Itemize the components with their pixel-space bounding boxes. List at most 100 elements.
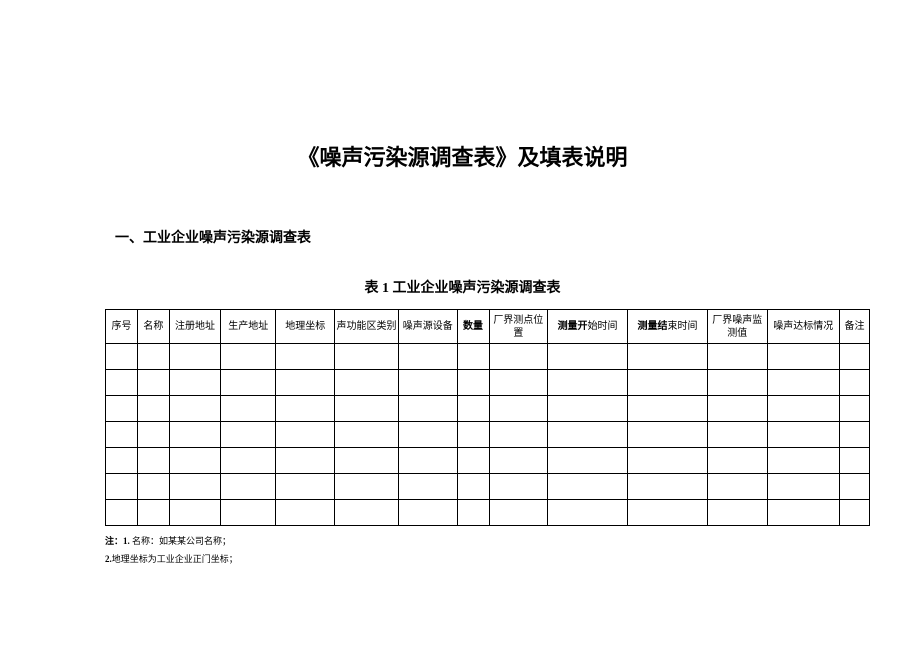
table-cell bbox=[548, 448, 628, 474]
table-cell bbox=[137, 448, 169, 474]
col-header: 噪声源设备 bbox=[398, 310, 457, 344]
table-cell bbox=[276, 422, 335, 448]
table-cell bbox=[335, 344, 399, 370]
table-cell bbox=[335, 500, 399, 526]
table-cell bbox=[489, 448, 548, 474]
table-row bbox=[106, 422, 870, 448]
col-header: 厂界测点位置 bbox=[489, 310, 548, 344]
table-cell bbox=[707, 422, 767, 448]
col-header: 声功能区类别 bbox=[335, 310, 399, 344]
table-cell bbox=[489, 344, 548, 370]
table-cell bbox=[767, 422, 839, 448]
table-cell bbox=[398, 500, 457, 526]
table-cell bbox=[398, 344, 457, 370]
table-cell bbox=[457, 448, 489, 474]
col-header: 备注 bbox=[840, 310, 870, 344]
table-row bbox=[106, 344, 870, 370]
table-cell bbox=[106, 474, 138, 500]
table-cell bbox=[707, 474, 767, 500]
table-cell bbox=[221, 474, 276, 500]
footnotes: 注：1. 名称：如某某公司名称； 2.地理坐标为工业企业正门坐标； bbox=[105, 532, 880, 568]
table-cell bbox=[767, 474, 839, 500]
table-cell bbox=[106, 370, 138, 396]
table-cell bbox=[221, 396, 276, 422]
table-cell bbox=[169, 474, 220, 500]
table-cell bbox=[840, 370, 870, 396]
table-cell bbox=[169, 422, 220, 448]
col-header: 序号 bbox=[106, 310, 138, 344]
table-cell bbox=[106, 422, 138, 448]
table-header-row: 序号名称注册地址生产地址地理坐标声功能区类别噪声源设备数量厂界测点位置测量开始时… bbox=[106, 310, 870, 344]
table-cell bbox=[840, 474, 870, 500]
table-cell bbox=[628, 474, 708, 500]
col-header: 测量开始时间 bbox=[548, 310, 628, 344]
col-header: 生产地址 bbox=[221, 310, 276, 344]
table-cell bbox=[840, 448, 870, 474]
table-cell bbox=[276, 448, 335, 474]
table-cell bbox=[398, 448, 457, 474]
table-cell bbox=[628, 370, 708, 396]
table-cell bbox=[106, 500, 138, 526]
table-cell bbox=[398, 474, 457, 500]
table-cell bbox=[548, 370, 628, 396]
table-cell bbox=[548, 396, 628, 422]
table-cell bbox=[137, 474, 169, 500]
col-header: 厂界噪声监测值 bbox=[707, 310, 767, 344]
table-cell bbox=[137, 422, 169, 448]
table-cell bbox=[457, 474, 489, 500]
table-cell bbox=[169, 500, 220, 526]
survey-table: 序号名称注册地址生产地址地理坐标声功能区类别噪声源设备数量厂界测点位置测量开始时… bbox=[105, 309, 870, 526]
table-cell bbox=[489, 422, 548, 448]
table-cell bbox=[489, 396, 548, 422]
col-header: 注册地址 bbox=[169, 310, 220, 344]
table-cell bbox=[840, 344, 870, 370]
table-cell bbox=[548, 344, 628, 370]
col-header: 测量结束时间 bbox=[628, 310, 708, 344]
table-cell bbox=[548, 474, 628, 500]
table-cell bbox=[767, 370, 839, 396]
table-cell bbox=[137, 500, 169, 526]
table-cell bbox=[335, 396, 399, 422]
col-header: 地理坐标 bbox=[276, 310, 335, 344]
table-cell bbox=[707, 370, 767, 396]
table-row bbox=[106, 370, 870, 396]
table-cell bbox=[335, 474, 399, 500]
table-cell bbox=[457, 396, 489, 422]
table-cell bbox=[767, 500, 839, 526]
footnote-1: 注：1. 名称：如某某公司名称； bbox=[105, 532, 880, 550]
table-row bbox=[106, 396, 870, 422]
table-row bbox=[106, 448, 870, 474]
table-cell bbox=[628, 396, 708, 422]
table-cell bbox=[628, 422, 708, 448]
section-header: 一、工业企业噪声污染源调查表 bbox=[115, 227, 880, 247]
table-cell bbox=[276, 370, 335, 396]
table-cell bbox=[548, 500, 628, 526]
table-cell bbox=[221, 448, 276, 474]
table-cell bbox=[169, 370, 220, 396]
table-cell bbox=[628, 344, 708, 370]
table-cell bbox=[276, 474, 335, 500]
table-cell bbox=[106, 344, 138, 370]
table-cell bbox=[707, 500, 767, 526]
table-cell bbox=[221, 370, 276, 396]
table-cell bbox=[457, 344, 489, 370]
table-cell bbox=[169, 396, 220, 422]
col-header: 数量 bbox=[457, 310, 489, 344]
col-header: 噪声达标情况 bbox=[767, 310, 839, 344]
table-caption: 表 1 工业企业噪声污染源调查表 bbox=[45, 277, 880, 297]
table-cell bbox=[221, 422, 276, 448]
table-cell bbox=[489, 370, 548, 396]
table-cell bbox=[335, 448, 399, 474]
table-cell bbox=[221, 500, 276, 526]
table-cell bbox=[457, 422, 489, 448]
table-cell bbox=[276, 500, 335, 526]
table-cell bbox=[398, 422, 457, 448]
table-cell bbox=[489, 474, 548, 500]
table-cell bbox=[106, 396, 138, 422]
table-cell bbox=[221, 344, 276, 370]
table-cell bbox=[457, 370, 489, 396]
table-cell bbox=[335, 370, 399, 396]
table-cell bbox=[335, 422, 399, 448]
table-row bbox=[106, 500, 870, 526]
table-cell bbox=[628, 448, 708, 474]
